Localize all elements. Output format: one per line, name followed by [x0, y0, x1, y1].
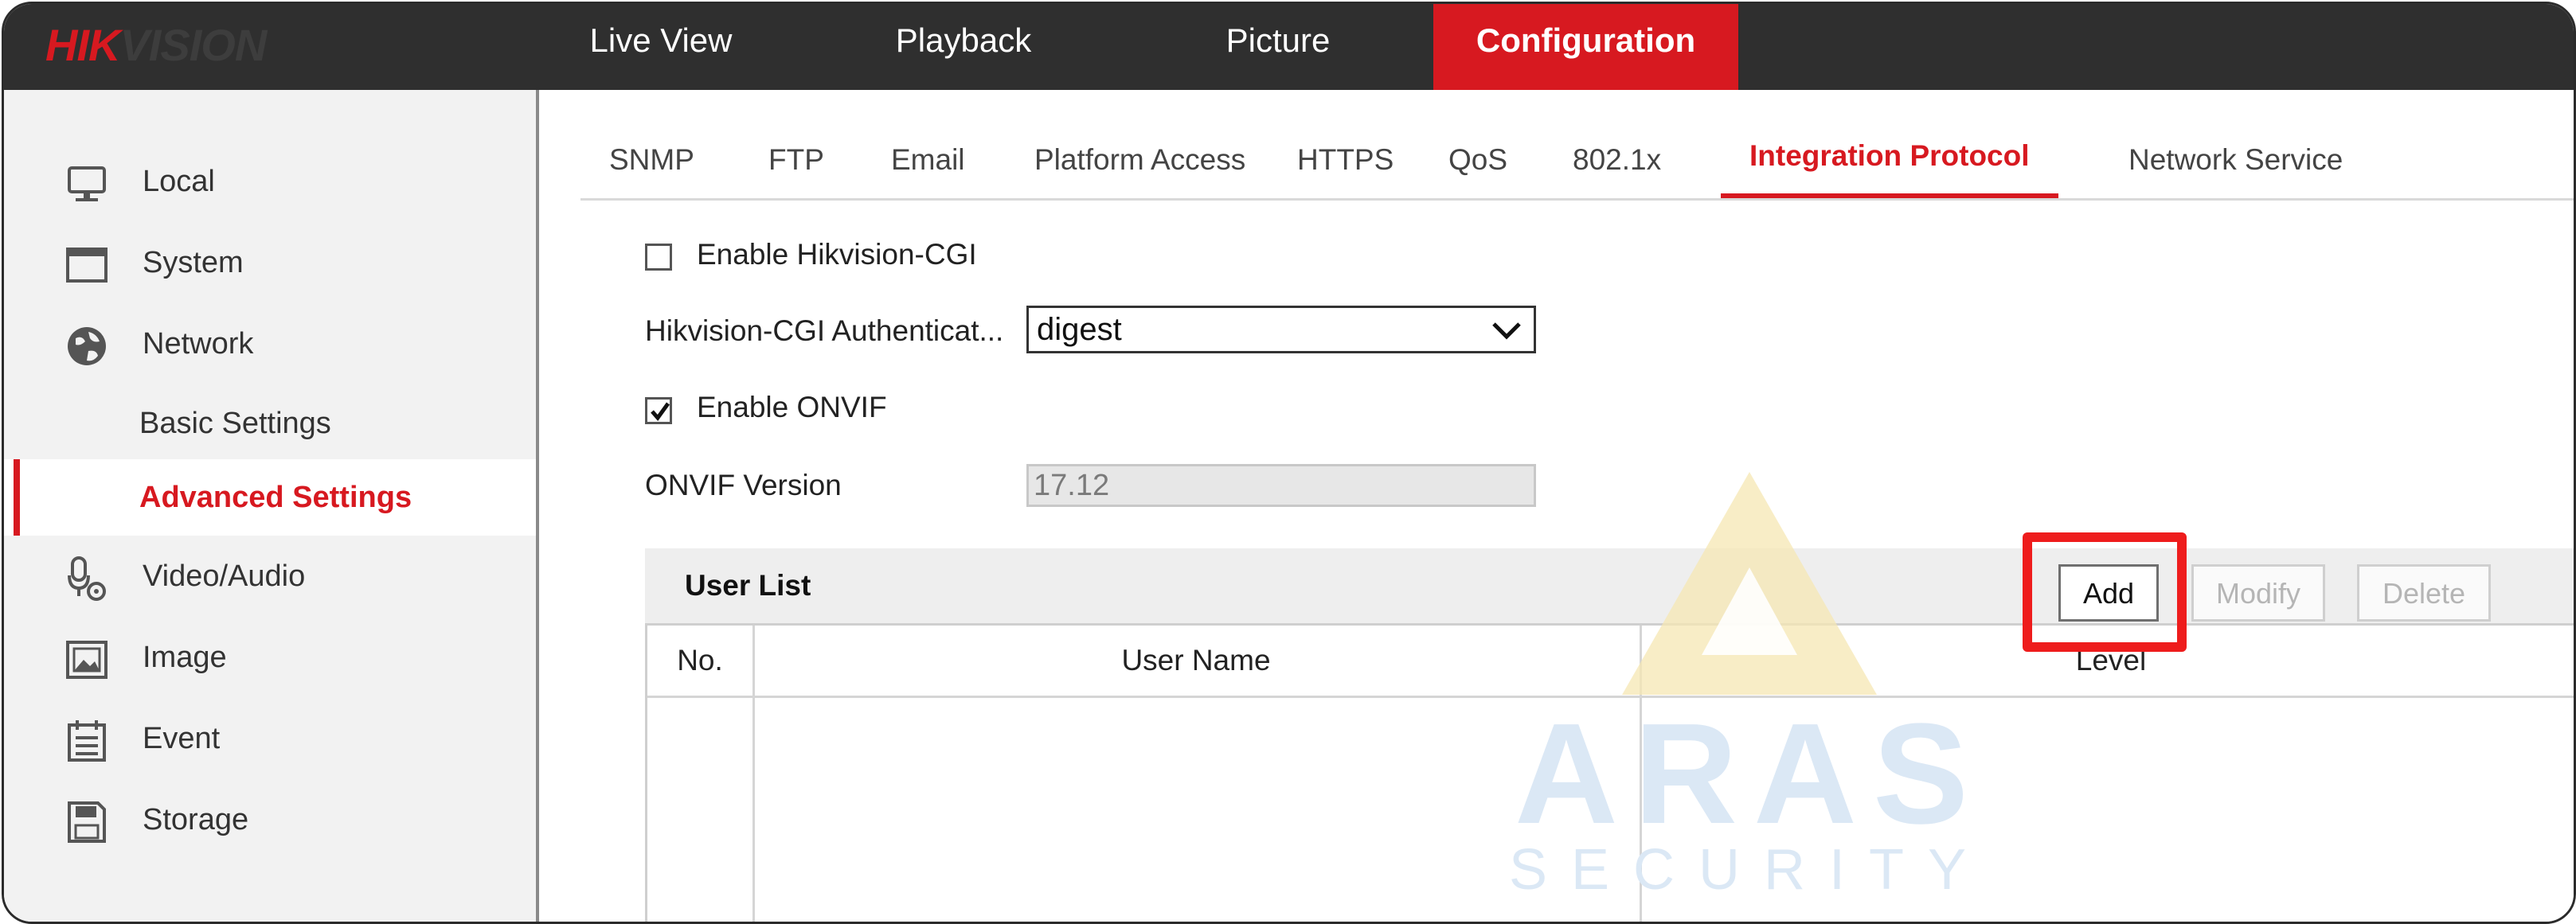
nav-live-view[interactable]: Live View: [553, 4, 768, 90]
sidebar-item-label: Video/Audio: [143, 559, 306, 593]
column-header-no: No.: [677, 644, 723, 676]
modify-button[interactable]: Modify: [2191, 564, 2325, 622]
globe-icon: [64, 324, 109, 368]
tab-network-service[interactable]: Network Service: [2128, 122, 2343, 198]
onvif-version-field: 17.12: [1026, 464, 1536, 507]
sidebar-item-label: Image: [143, 641, 227, 674]
checkmark-icon: [651, 402, 670, 422]
user-list-header: User List Add Modify Delete: [645, 548, 2574, 623]
tab-platform-access[interactable]: Platform Access: [1034, 122, 1245, 198]
sidebar-item-label: Advanced Settings: [139, 481, 412, 514]
main-content: SNMP FTP Email Platform Access HTTPS QoS…: [539, 90, 2574, 922]
cgi-auth-select[interactable]: digest: [1026, 306, 1536, 353]
chevron-down-icon: [1491, 319, 1523, 341]
table-header-divider: [647, 696, 2574, 698]
sidebar-item-network[interactable]: Network: [4, 310, 536, 378]
disk-icon: [64, 800, 109, 844]
tab-email[interactable]: Email: [891, 122, 965, 198]
image-icon: [64, 637, 109, 682]
tab-snmp[interactable]: SNMP: [609, 122, 694, 198]
onvif-version-value: 17.12: [1034, 469, 1110, 502]
tab-https[interactable]: HTTPS: [1297, 122, 1394, 198]
sidebar-item-storage[interactable]: Storage: [4, 786, 536, 854]
column-divider: [752, 626, 755, 922]
nav-playback[interactable]: Playback: [856, 4, 1071, 90]
onvif-version-label: ONVIF Version: [645, 469, 842, 501]
enable-onvif-checkbox[interactable]: [645, 397, 672, 424]
window-icon: [64, 243, 109, 287]
column-header-user-name: User Name: [1121, 644, 1271, 676]
tab-802-1x[interactable]: 802.1x: [1573, 122, 1661, 198]
sidebar-item-label: Local: [143, 165, 215, 198]
logo-part-1: HIK: [45, 20, 120, 70]
sidebar-item-label: System: [143, 246, 244, 279]
enable-onvif-label: Enable ONVIF: [697, 391, 887, 423]
sidebar-item-label: Network: [143, 327, 254, 361]
user-list-title: User List: [685, 569, 811, 602]
sidebar-item-advanced-settings[interactable]: Advanced Settings: [4, 459, 536, 536]
sidebar-item-label: Basic Settings: [139, 407, 331, 440]
tab-bar: SNMP FTP Email Platform Access HTTPS QoS…: [580, 122, 2574, 201]
cgi-auth-value: digest: [1037, 312, 1122, 347]
nav-configuration[interactable]: Configuration: [1433, 4, 1738, 90]
sidebar-item-system[interactable]: System: [4, 228, 536, 297]
tab-ftp[interactable]: FTP: [768, 122, 824, 198]
sidebar-item-local[interactable]: Local: [4, 147, 536, 216]
nav-picture[interactable]: Picture: [1171, 4, 1386, 90]
add-button-highlight: [2023, 532, 2187, 652]
tab-integration-protocol[interactable]: Integration Protocol: [1721, 122, 2058, 198]
microphone-icon: [64, 556, 109, 601]
monitor-icon: [64, 162, 109, 206]
top-bar: HIKVISION Live View Playback Picture Con…: [4, 4, 2574, 90]
calendar-icon: [64, 719, 109, 763]
logo-part-2: VISION: [119, 20, 267, 70]
app-window: HIKVISION Live View Playback Picture Con…: [2, 2, 2576, 924]
sidebar-item-image[interactable]: Image: [4, 623, 536, 692]
tab-qos[interactable]: QoS: [1448, 122, 1507, 198]
sidebar-item-label: Storage: [143, 803, 249, 836]
sidebar-item-label: Event: [143, 722, 221, 755]
delete-button[interactable]: Delete: [2357, 564, 2491, 622]
user-table: No. User Name Level: [645, 623, 2574, 922]
sidebar-item-event[interactable]: Event: [4, 704, 536, 773]
sidebar: Local System Network Basic Settings Adva…: [4, 90, 539, 922]
sidebar-item-video-audio[interactable]: Video/Audio: [4, 542, 536, 610]
enable-cgi-checkbox[interactable]: [645, 244, 672, 271]
enable-cgi-label: Enable Hikvision-CGI: [697, 238, 977, 271]
sidebar-item-basic-settings[interactable]: Basic Settings: [4, 389, 536, 458]
hikvision-logo: HIKVISION: [45, 14, 267, 77]
cgi-auth-label: Hikvision-CGI Authenticat...: [645, 314, 1004, 347]
column-divider: [1640, 626, 1642, 922]
